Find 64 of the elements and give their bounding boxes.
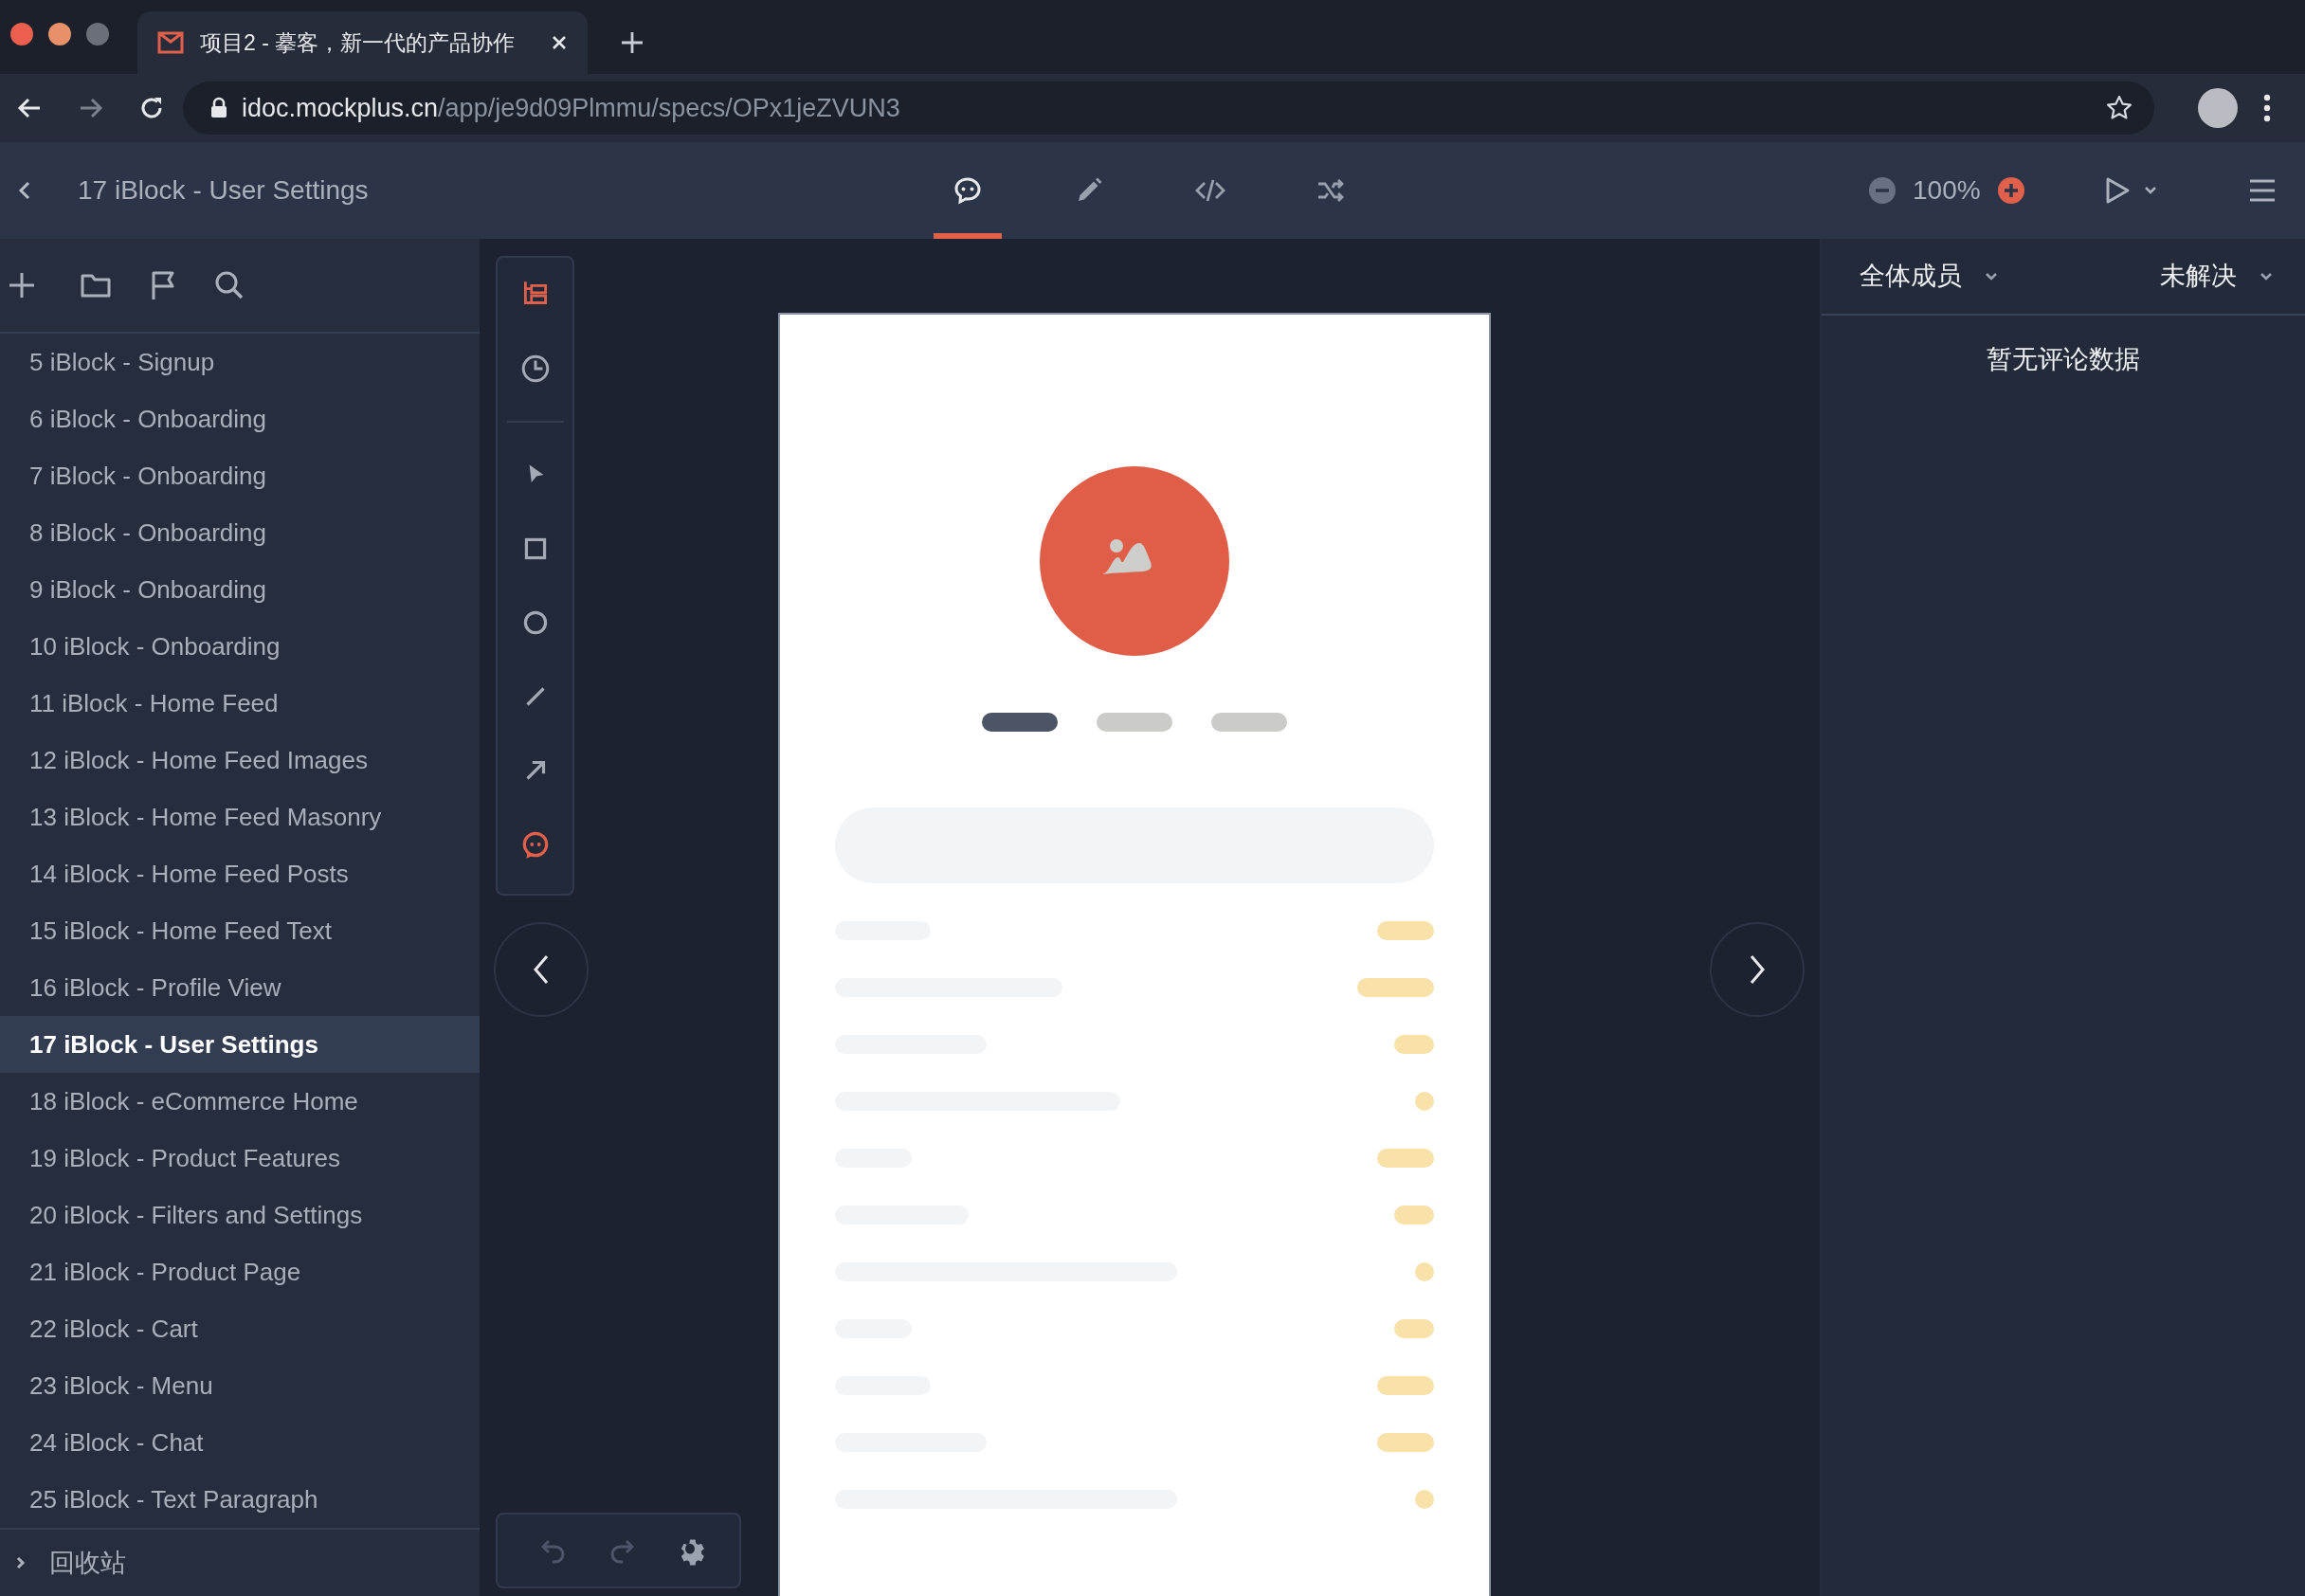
page-list-item[interactable]: 11 iBlock - Home Feed <box>0 675 480 732</box>
value-placeholder-pill <box>1415 1092 1434 1111</box>
caret-icon <box>2260 271 2273 281</box>
chevron-left-icon <box>532 953 551 986</box>
zoom-level: 100% <box>1913 174 1981 207</box>
expand-caret-icon[interactable] <box>15 1555 27 1570</box>
browser-tab[interactable]: 项目2 - 摹客，新一代的产品协作 <box>137 11 588 74</box>
trash-folder[interactable]: 回收站 <box>49 1543 126 1583</box>
address-field[interactable]: idoc.mockplus.cn/app/je9d09Plmmu/specs/OPx1jeZVUN3 <box>183 82 2154 135</box>
page-list-item[interactable]: 18 iBlock - eCommerce Home <box>0 1073 480 1130</box>
page-indicator[interactable] <box>982 713 1058 732</box>
page-list-item[interactable]: 19 iBlock - Product Features <box>0 1130 480 1187</box>
value-placeholder-pill <box>1415 1490 1434 1509</box>
more-options-icon[interactable] <box>2263 94 2271 122</box>
back-chevron-icon[interactable] <box>17 179 32 202</box>
page-list-item[interactable]: 9 iBlock - Onboarding <box>0 561 480 618</box>
page-list-item[interactable]: 14 iBlock - Home Feed Posts <box>0 845 480 902</box>
page-list-item[interactable]: 8 iBlock - Onboarding <box>0 504 480 561</box>
page-list-item[interactable]: 12 iBlock - Home Feed Images <box>0 732 480 789</box>
menu-icon[interactable] <box>2247 178 2277 203</box>
zoom-out-icon[interactable] <box>1867 175 1897 206</box>
value-placeholder-pill <box>1377 1376 1434 1395</box>
value-placeholder-pill <box>1415 1262 1434 1281</box>
status-filter-dropdown[interactable]: 未解决 <box>2160 257 2273 296</box>
chevron-right-icon <box>1748 953 1767 986</box>
zoom-in-icon[interactable] <box>1995 175 2026 206</box>
page-list-item[interactable]: 20 iBlock - Filters and Settings <box>0 1187 480 1243</box>
tab-title: 项目2 - 摹客，新一代的产品协作 <box>200 28 517 57</box>
page-list-item[interactable]: 16 iBlock - Profile View <box>0 959 480 1016</box>
value-placeholder-pill <box>1394 1206 1434 1224</box>
avatar-icon[interactable] <box>2198 88 2238 128</box>
page-list-item[interactable]: 10 iBlock - Onboarding <box>0 618 480 675</box>
page-list-item[interactable]: 7 iBlock - Onboarding <box>0 447 480 504</box>
page-list-item[interactable]: 5 iBlock - Signup <box>0 334 480 390</box>
value-placeholder-pill <box>1394 1319 1434 1338</box>
bookmark-star-icon[interactable] <box>2105 94 2133 122</box>
close-window-button[interactable] <box>10 23 33 45</box>
page-title: 17 iBlock - User Settings <box>78 174 369 207</box>
minimize-window-button[interactable] <box>48 23 71 45</box>
value-placeholder-pill <box>1377 921 1434 940</box>
page-list-item[interactable]: 23 iBlock - Menu <box>0 1357 480 1414</box>
value-placeholder-pill <box>1377 1149 1434 1168</box>
page-list-item[interactable]: 25 iBlock - Text Paragraph <box>0 1471 480 1528</box>
maximize-window-button[interactable] <box>86 23 109 45</box>
flag-icon[interactable] <box>150 270 176 300</box>
member-filter-dropdown[interactable]: 全体成员 <box>1860 257 1998 296</box>
value-placeholder-pill <box>1394 1035 1434 1054</box>
url-text: idoc.mockplus.cn/app/je9d09Plmmu/specs/OPx1jeZVUN3 <box>242 92 901 124</box>
page-list-item[interactable]: 22 iBlock - Cart <box>0 1300 480 1357</box>
page-list-item[interactable]: 15 iBlock - Home Feed Text <box>0 902 480 959</box>
page-list-item[interactable]: 24 iBlock - Chat <box>0 1414 480 1471</box>
empty-comments-text: 暂无评论数据 <box>1987 344 2140 375</box>
caret-icon[interactable] <box>2143 186 2157 195</box>
logo-icon <box>156 30 185 55</box>
new-tab-icon[interactable] <box>620 30 644 55</box>
value-placeholder-pill <box>1377 1433 1434 1452</box>
page-list-item[interactable]: 13 iBlock - Home Feed Masonry <box>0 789 480 845</box>
caret-icon <box>1985 271 1998 281</box>
lock-icon <box>209 97 228 119</box>
page-list-item[interactable]: 6 iBlock - Onboarding <box>0 390 480 447</box>
search-icon[interactable] <box>214 270 245 300</box>
page-list-item[interactable]: 17 iBlock - User Settings <box>0 1016 480 1073</box>
page-list-item[interactable]: 21 iBlock - Product Page <box>0 1243 480 1300</box>
add-icon[interactable] <box>8 271 36 299</box>
